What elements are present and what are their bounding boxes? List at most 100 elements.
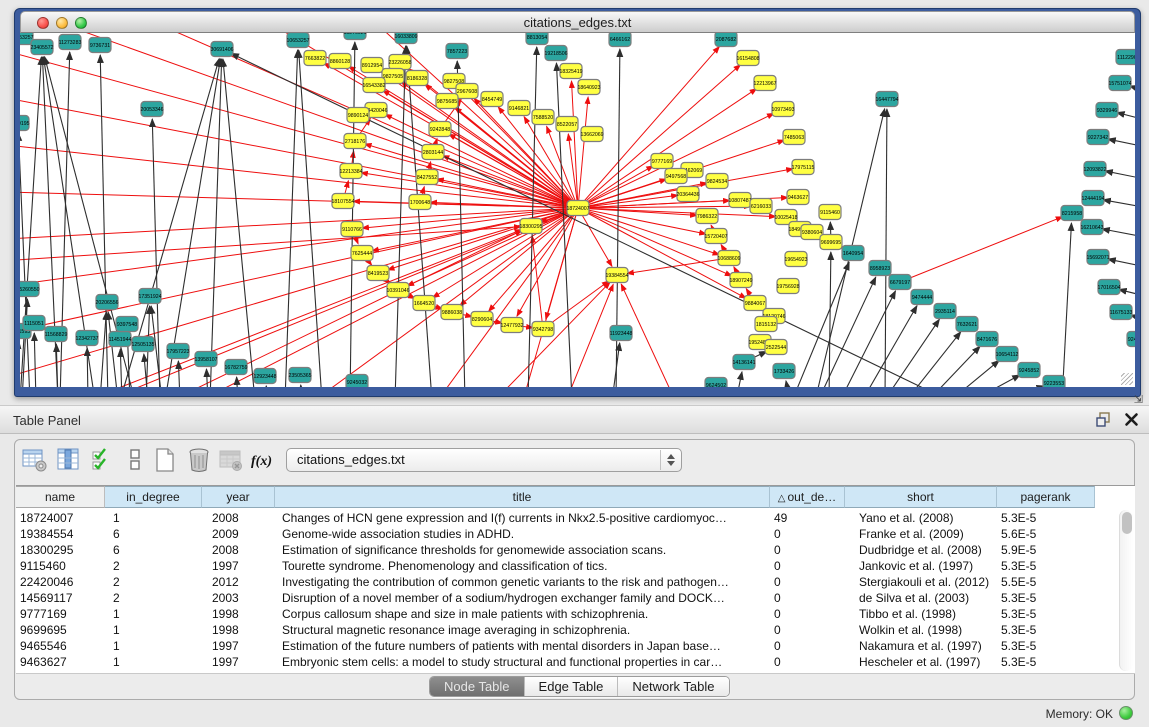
scrollbar-thumb[interactable]: [1122, 512, 1132, 534]
table-row[interactable]: 1830029562008Estimation of significance …: [16, 542, 1095, 558]
column-header-name[interactable]: name: [16, 486, 105, 508]
cell-title: Genome-wide association studies in ADHD.: [275, 526, 770, 542]
table-row[interactable]: 977716911998Corpus callosum shape and si…: [16, 606, 1095, 622]
memory-status-indicator: [1119, 706, 1133, 720]
network-window-titlebar[interactable]: citations_edges.txt: [20, 11, 1135, 33]
cell-year: 2009: [202, 526, 275, 542]
delete-table-button[interactable]: [185, 446, 213, 474]
graph-node-label: 16210643: [1080, 225, 1103, 231]
graph-edge: [578, 195, 678, 208]
graph-node-label: 8860128: [330, 59, 350, 65]
column-chooser-button[interactable]: [55, 446, 83, 474]
table-row[interactable]: 1872400712008Changes of HCN gene express…: [16, 510, 1095, 526]
column-header-title[interactable]: title: [275, 486, 770, 508]
graph-node-label: 7986322: [697, 214, 717, 220]
graph-node-label: 9397548: [117, 322, 137, 328]
cell-pagerank: 5.3E-5: [997, 638, 1095, 654]
graph-node-label: 2718176: [345, 139, 365, 145]
row-selection-button[interactable]: [89, 446, 117, 474]
graph-node-label: 2803144: [423, 150, 443, 156]
graph-node-label: 18300295: [519, 224, 542, 230]
vertical-scrollbar[interactable]: [1119, 510, 1133, 671]
graph-node-label: 11923448: [610, 331, 633, 337]
graph-edge: [829, 252, 831, 387]
cell-title: Tourette syndrome. Phenomenology and cla…: [275, 558, 770, 574]
cell-short: Jankovic et al. (1997): [845, 558, 997, 574]
graph-node-label: 9497568: [666, 174, 686, 180]
graph-node-label: 15751074: [1108, 81, 1131, 87]
cell-name: 9115460: [16, 558, 105, 574]
table-row[interactable]: 1938455462009Genome-wide association stu…: [16, 526, 1095, 542]
graph-node-label: 11273283: [59, 40, 82, 46]
column-header-pagerank[interactable]: pagerank: [997, 486, 1095, 508]
new-table-button[interactable]: [151, 446, 179, 474]
column-header-label: out_de…: [788, 490, 837, 504]
graph-node-label: 19384554: [605, 273, 628, 279]
cell-short: Hescheler et al. (1997): [845, 654, 997, 670]
graph-node-label: 13662069: [580, 132, 603, 138]
tab-edge-table[interactable]: Edge Table: [524, 677, 618, 696]
column-header-in_degree[interactable]: in_degree: [105, 486, 202, 508]
table-row[interactable]: 969969511998Structural magnetic resonanc…: [16, 622, 1095, 638]
column-header-label: short: [907, 490, 934, 504]
graph-edge: [1102, 229, 1135, 241]
cell-year: 2008: [202, 510, 275, 526]
tab-node-table[interactable]: Node Table: [430, 677, 524, 696]
close-panel-button[interactable]: [1124, 412, 1139, 427]
cell-title: Investigating the contribution of common…: [275, 574, 770, 590]
cell-name: 9699695: [16, 622, 105, 638]
graph-node-label: 9875685: [437, 99, 457, 105]
column-header-short[interactable]: short: [845, 486, 997, 508]
graph-edge: [786, 381, 790, 387]
graph-node-label: 6466162: [610, 37, 630, 43]
cell-pagerank: 5.9E-5: [997, 542, 1095, 558]
graph-node-label: 15276021: [343, 33, 366, 36]
cell-short: Franke et al. (2009): [845, 526, 997, 542]
graph-node-label: 15692071: [1086, 255, 1109, 261]
graph-edge: [900, 217, 1063, 282]
column-header-label: year: [226, 490, 249, 504]
graph-edge: [1119, 289, 1135, 301]
cell-short: de Silva et al. (2003): [845, 590, 997, 606]
row-height-button[interactable]: [121, 446, 149, 474]
table-selector-dropdown[interactable]: citations_edges.txt: [286, 448, 682, 472]
window-resize-grip[interactable]: [1121, 373, 1133, 385]
graph-node-label: 9110766: [342, 227, 362, 233]
column-header-year[interactable]: year: [202, 486, 275, 508]
graph-node-label: 8186328: [407, 76, 427, 82]
table-row[interactable]: 2242004622012Investigating the contribut…: [16, 574, 1095, 590]
graph-node-label: 10688609: [717, 256, 740, 262]
graph-node-label: 18724007: [566, 206, 589, 212]
delete-column-button-disabled[interactable]: [217, 446, 245, 474]
function-builder-button[interactable]: f(x): [247, 446, 275, 474]
citation-network-graph[interactable]: 1872400710553257234055721127328397367313…: [20, 33, 1135, 387]
graph-node-label: 10719195: [20, 121, 30, 127]
table-row[interactable]: 946362711997Embryonic stem cells: a mode…: [16, 654, 1095, 670]
graph-node-label: 9329946: [1097, 108, 1117, 114]
graph-node-label: 18640923: [577, 85, 600, 91]
table-settings-button[interactable]: [21, 446, 49, 474]
graph-node-label: 1112290: [1117, 55, 1135, 61]
column-header-out_de[interactable]: △out_de…: [770, 486, 845, 508]
cell-year: 2012: [202, 574, 275, 590]
graph-node-label: 7485063: [784, 135, 804, 141]
cell-year: 2008: [202, 542, 275, 558]
cell-year: 1997: [202, 638, 275, 654]
table-row[interactable]: 1456911722003Disruption of a novel membe…: [16, 590, 1095, 606]
graph-node-label: 16782759: [224, 365, 247, 371]
graph-node-label: 8522057: [557, 122, 577, 128]
tab-network-table[interactable]: Network Table: [617, 677, 728, 696]
cell-in_degree: 1: [105, 510, 202, 526]
table-row[interactable]: 946554611997Estimation of the future num…: [16, 638, 1095, 654]
graph-node-label: 9223553: [1044, 381, 1064, 387]
network-canvas[interactable]: 1872400710553257234055721127328397367313…: [20, 33, 1135, 387]
graph-node-label: 2522544: [766, 345, 786, 351]
cell-pagerank: 5.3E-5: [997, 590, 1095, 606]
graph-edge: [223, 59, 255, 387]
table-row[interactable]: 911546021997Tourette syndrome. Phenomeno…: [16, 558, 1095, 574]
graph-node-label: 12444194: [1081, 196, 1104, 202]
float-panel-button[interactable]: [1095, 411, 1112, 428]
cell-pagerank: 5.5E-5: [997, 574, 1095, 590]
panel-divider[interactable]: ⇲: [0, 397, 1149, 405]
graph-node-label: 17975115: [792, 165, 815, 171]
